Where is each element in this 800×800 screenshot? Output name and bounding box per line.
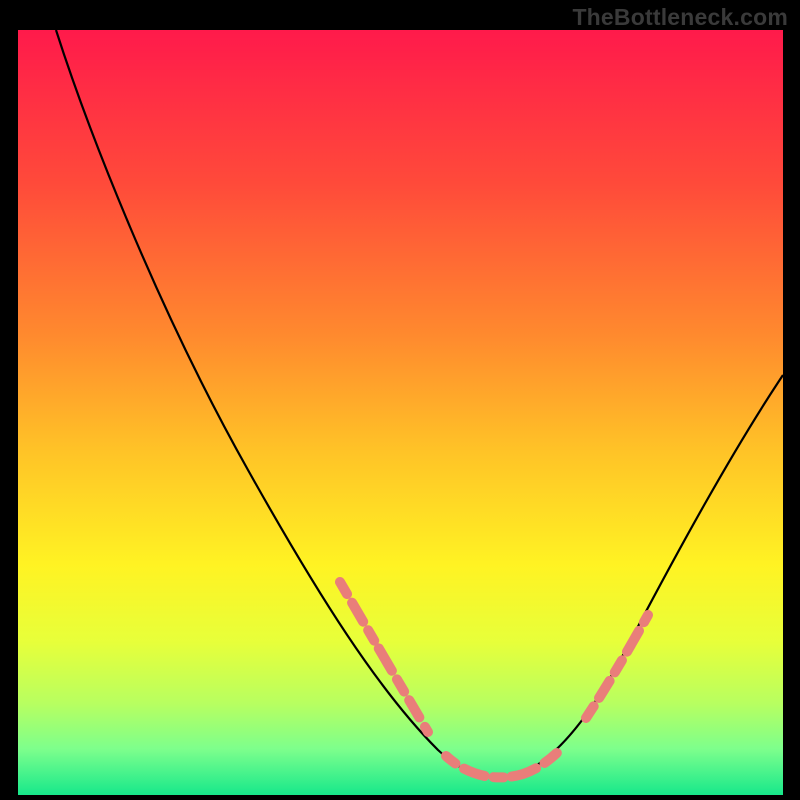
bottleneck-chart (18, 30, 783, 795)
chart-frame: TheBottleneck.com (0, 0, 800, 800)
attribution-text: TheBottleneck.com (572, 4, 788, 31)
